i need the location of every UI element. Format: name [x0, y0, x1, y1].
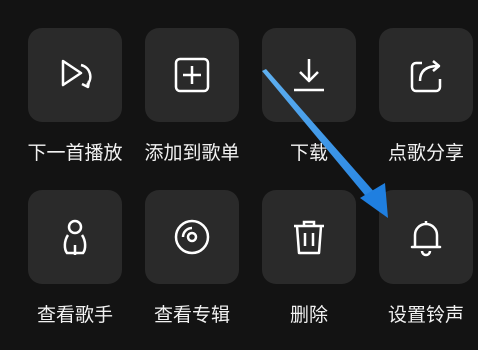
album-tile[interactable]	[145, 190, 239, 284]
play-next-icon	[61, 59, 92, 89]
share-tile[interactable]	[379, 28, 473, 122]
download-tile[interactable]	[262, 28, 356, 122]
menu-item-view-album[interactable]: 查看专辑	[117, 190, 239, 350]
menu-item-share[interactable]: 点歌分享	[351, 28, 473, 188]
bell-icon	[410, 221, 442, 257]
action-menu: 下一首播放 添加到歌单 下载 点歌分享 查看歌手 查看专辑 删除 设置铃声	[0, 0, 478, 329]
play-next-tile[interactable]	[28, 28, 122, 122]
menu-item-play-next[interactable]: 下一首播放	[0, 28, 123, 188]
menu-item-view-singer[interactable]: 查看歌手	[0, 190, 122, 350]
bell-tile[interactable]	[379, 190, 473, 284]
album-icon	[174, 219, 210, 255]
menu-item-set-ringtone[interactable]: 设置铃声	[351, 190, 473, 350]
menu-item-download[interactable]: 下载	[234, 28, 356, 188]
menu-item-label: 设置铃声	[387, 304, 464, 326]
add-to-playlist-icon	[174, 57, 210, 93]
menu-item-add-to-playlist[interactable]: 添加到歌单	[117, 28, 240, 188]
share-icon	[410, 60, 442, 93]
menu-item-delete[interactable]: 删除	[234, 190, 356, 350]
menu-item-label: 点歌分享	[387, 142, 464, 164]
add-to-playlist-tile[interactable]	[145, 28, 239, 122]
singer-tile[interactable]	[28, 190, 122, 284]
download-icon	[294, 59, 324, 92]
trash-icon	[294, 220, 324, 255]
trash-tile[interactable]	[262, 190, 356, 284]
singer-icon	[63, 219, 87, 255]
